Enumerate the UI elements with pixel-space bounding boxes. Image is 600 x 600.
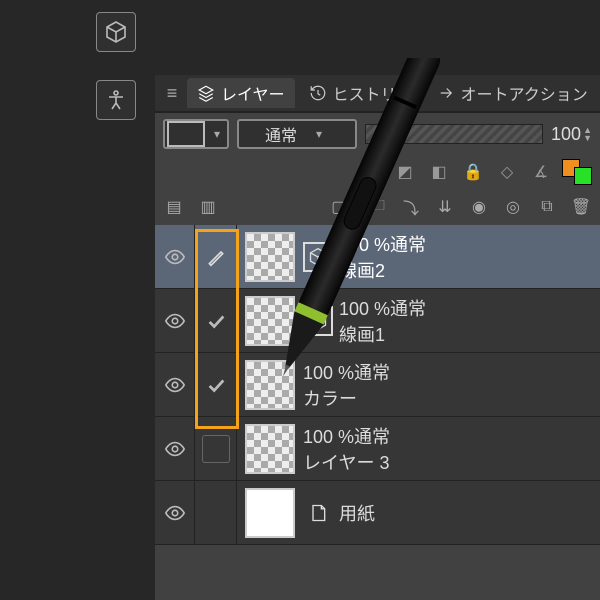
panel-tabs: ≡ レイヤー ヒストリー オートアクション: [155, 75, 600, 113]
layer-text: 100 %通常レイヤー 3: [303, 423, 390, 475]
layer-thumbnail: [245, 488, 295, 538]
layer-row[interactable]: 100 %通常レイヤー 3: [155, 417, 600, 481]
layer-opacity-label: 100 %通常: [339, 295, 426, 321]
visibility-toggle[interactable]: [155, 417, 195, 480]
layer-text: 100 %通常線画2: [339, 231, 426, 283]
layer-row[interactable]: 100 %通常線画2: [155, 225, 600, 289]
layer-opacity-label: 100 %通常: [303, 423, 390, 449]
layer-name: カラー: [303, 385, 390, 411]
clip-icon[interactable]: ◧: [426, 159, 452, 185]
tool-cube-button[interactable]: [96, 12, 136, 52]
tab-layer[interactable]: レイヤー: [187, 78, 295, 108]
layer-name: 線画2: [339, 257, 426, 283]
trash-icon[interactable]: 🗑: [568, 194, 594, 220]
color-chips[interactable]: [562, 159, 592, 185]
tab-history[interactable]: ヒストリー: [299, 78, 423, 108]
layer-thumbnail: [245, 424, 295, 474]
layer-type-swatch: [167, 121, 205, 147]
chevron-down-icon: ▾: [309, 127, 329, 141]
lock-cell[interactable]: [195, 417, 237, 480]
layer-folder-cube-icon: [303, 242, 333, 272]
layer-row[interactable]: 100 %通常線画1: [155, 289, 600, 353]
mask-icon[interactable]: ◉: [466, 194, 492, 220]
lock-cell[interactable]: [195, 289, 237, 352]
layer-opacity-label: 100 %通常: [339, 231, 426, 257]
tool-accessibility-button[interactable]: [96, 80, 136, 120]
checker-icon[interactable]: ▦: [358, 159, 384, 185]
layer-thumbnail: [245, 360, 295, 410]
lock-icon[interactable]: 🔒: [460, 159, 486, 185]
layer-type-dropdown[interactable]: ▾: [163, 119, 229, 149]
layer-thumbnail: [245, 232, 295, 282]
dup-icon[interactable]: ⧉: [534, 194, 560, 220]
layer-text: 100 %通常カラー: [303, 359, 390, 411]
tab-auto[interactable]: オートアクション: [427, 78, 598, 108]
lock-cell[interactable]: [195, 353, 237, 416]
tab-layer-label: レイヤー: [221, 81, 285, 105]
layer-paper-icon: [303, 498, 333, 528]
ruler-icon[interactable]: ∡: [528, 159, 554, 185]
ref-icon[interactable]: ◇: [494, 159, 520, 185]
layer-opacity-label: 100 %通常: [303, 359, 390, 385]
palette-thumb-icon[interactable]: ▥: [195, 194, 221, 220]
tab-auto-label: オートアクション: [461, 81, 588, 105]
new-layer-icon[interactable]: ▢₊: [330, 194, 356, 220]
lock-cell[interactable]: [195, 481, 237, 544]
opacity-stepper[interactable]: ▲▼: [583, 126, 592, 142]
layer-name: 線画1: [339, 321, 426, 347]
merge-icon[interactable]: ⇊: [432, 194, 458, 220]
visibility-toggle[interactable]: [155, 353, 195, 416]
transfer-down-icon[interactable]: ⤵: [398, 194, 424, 220]
layer-panel: ≡ レイヤー ヒストリー オートアクション ▾ 通常 ▾ 100 ▲▼ ▦: [155, 75, 600, 600]
layer-text: 用紙: [339, 500, 375, 526]
layer-list: 100 %通常線画2100 %通常線画1100 %通常カラー100 %通常レイヤ…: [155, 225, 600, 545]
opacity-value: 100: [551, 124, 581, 145]
layer-option-bar: ▦ ◩ ◧ 🔒 ◇ ∡: [155, 155, 600, 189]
apply-mask-icon[interactable]: ◎: [500, 194, 526, 220]
blend-row: ▾ 通常 ▾ 100 ▲▼: [155, 113, 600, 155]
layer-thumbnail: [245, 296, 295, 346]
visibility-toggle[interactable]: [155, 225, 195, 288]
lock-cell[interactable]: [195, 225, 237, 288]
tool-rail: [0, 0, 100, 600]
bg-color-chip: [574, 167, 592, 185]
lock-alpha-icon[interactable]: ◩: [392, 159, 418, 185]
layer-row[interactable]: 100 %通常カラー: [155, 353, 600, 417]
new-folder-icon[interactable]: 🗀: [364, 194, 390, 220]
tab-history-label: ヒストリー: [333, 81, 413, 105]
visibility-toggle[interactable]: [155, 481, 195, 544]
layer-text: 100 %通常線画1: [339, 295, 426, 347]
palette-list-icon[interactable]: ▤: [161, 194, 187, 220]
panel-menu-icon[interactable]: ≡: [161, 83, 183, 104]
visibility-toggle[interactable]: [155, 289, 195, 352]
opacity-slider[interactable]: [365, 124, 543, 144]
layer-name: 用紙: [339, 500, 375, 526]
chevron-down-icon: ▾: [207, 127, 227, 141]
layer-row[interactable]: 用紙: [155, 481, 600, 545]
blend-mode-value: 通常: [265, 122, 297, 146]
layer-action-bar: ▤ ▥ ▢₊ 🗀 ⤵ ⇊ ◉ ◎ ⧉ 🗑: [155, 189, 600, 225]
layer-folder-cube-icon: [303, 306, 333, 336]
blend-mode-dropdown[interactable]: 通常 ▾: [237, 119, 357, 149]
layer-name: レイヤー 3: [303, 449, 390, 475]
